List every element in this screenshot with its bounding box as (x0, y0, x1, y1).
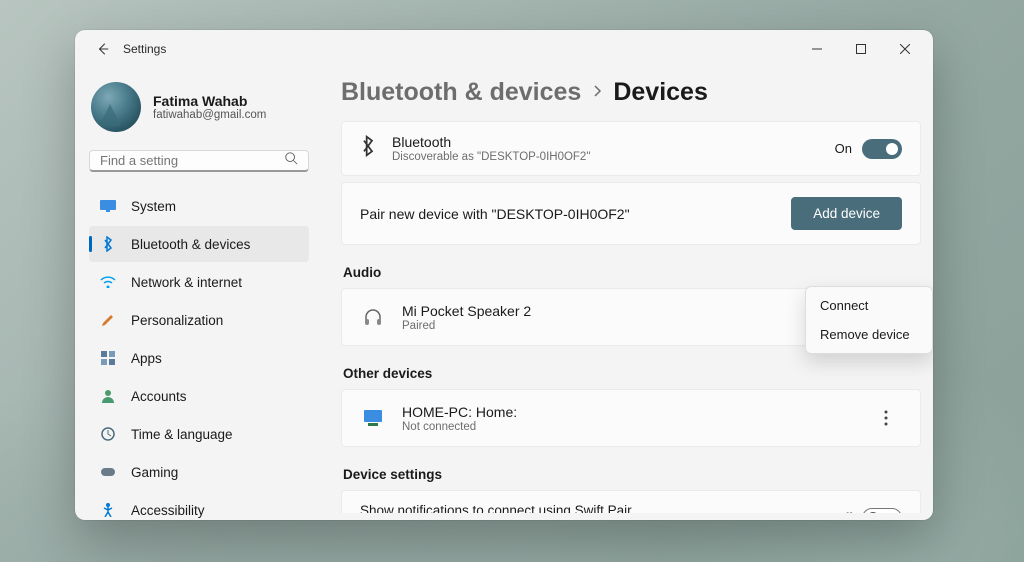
maximize-button[interactable] (839, 34, 883, 64)
settings-window: Settings Fatima Wahab fatiwahab@gmail.co… (75, 30, 933, 520)
minimize-icon (812, 44, 822, 54)
sidebar-item-personalization[interactable]: Personalization (89, 302, 309, 338)
profile-block[interactable]: Fatima Wahab fatiwahab@gmail.com (91, 78, 309, 140)
gamepad-icon (99, 463, 117, 481)
swift-pair-toggle-label: Off (835, 510, 852, 513)
sidebar-item-label: Network & internet (131, 275, 242, 290)
sidebar-item-system[interactable]: System (89, 188, 309, 224)
main-panel: Bluetooth & devices Devices Bluetooth Di… (323, 68, 933, 520)
sidebar-item-label: Bluetooth & devices (131, 237, 250, 252)
apps-icon (99, 349, 117, 367)
pc-icon (360, 405, 386, 431)
pair-card: Pair new device with "DESKTOP-0IH0OF2" A… (341, 182, 921, 245)
sidebar-item-network[interactable]: Network & internet (89, 264, 309, 300)
bluetooth-card: Bluetooth Discoverable as "DESKTOP-0IH0O… (341, 121, 921, 176)
window-controls (795, 34, 927, 64)
sidebar-item-label: System (131, 199, 176, 214)
sidebar-item-label: Accounts (131, 389, 187, 404)
bluetooth-title: Bluetooth (392, 134, 590, 150)
person-icon (99, 387, 117, 405)
other-device-row[interactable]: HOME-PC: Home: Not connected (341, 389, 921, 447)
bluetooth-icon (360, 135, 376, 162)
sidebar-item-label: Gaming (131, 465, 178, 480)
swift-pair-row: Show notifications to connect using Swif… (341, 490, 921, 513)
window-title: Settings (123, 42, 166, 56)
context-remove-device[interactable]: Remove device (806, 320, 932, 349)
sidebar-item-label: Accessibility (131, 503, 205, 518)
sidebar-item-accounts[interactable]: Accounts (89, 378, 309, 414)
other-device-more-button[interactable] (870, 402, 902, 434)
accessibility-icon (99, 501, 117, 519)
section-other: Other devices (343, 366, 921, 381)
bluetooth-subtitle: Discoverable as "DESKTOP-0IH0OF2" (392, 151, 590, 163)
profile-email: fatiwahab@gmail.com (153, 109, 266, 121)
chevron-right-icon (591, 84, 603, 102)
search-icon (284, 151, 298, 170)
sidebar-item-label: Apps (131, 351, 162, 366)
section-audio: Audio (343, 265, 921, 280)
titlebar: Settings (75, 30, 933, 68)
sidebar-item-accessibility[interactable]: Accessibility (89, 492, 309, 520)
sidebar: Fatima Wahab fatiwahab@gmail.com System … (75, 68, 323, 520)
breadcrumb: Bluetooth & devices Devices (341, 78, 933, 107)
monitor-icon (99, 197, 117, 215)
device-status: Not connected (402, 421, 517, 433)
context-connect[interactable]: Connect (806, 291, 932, 320)
sidebar-item-apps[interactable]: Apps (89, 340, 309, 376)
wifi-icon (99, 273, 117, 291)
sidebar-item-gaming[interactable]: Gaming (89, 454, 309, 490)
headphones-icon (360, 304, 386, 330)
avatar (91, 82, 141, 132)
pair-text: Pair new device with "DESKTOP-0IH0OF2" (360, 206, 630, 222)
bluetooth-toggle[interactable] (862, 139, 902, 159)
arrow-left-icon (96, 42, 110, 56)
search-input[interactable] (100, 153, 284, 168)
maximize-icon (856, 44, 866, 54)
device-context-menu: Connect Remove device (805, 286, 933, 354)
bluetooth-icon (99, 235, 117, 253)
close-button[interactable] (883, 34, 927, 64)
sidebar-item-label: Personalization (131, 313, 223, 328)
breadcrumb-parent[interactable]: Bluetooth & devices (341, 78, 581, 107)
breadcrumb-current: Devices (613, 78, 708, 107)
search-box[interactable] (89, 150, 309, 172)
back-button[interactable] (89, 42, 117, 56)
clock-globe-icon (99, 425, 117, 443)
swift-pair-toggle[interactable] (862, 508, 902, 514)
profile-name: Fatima Wahab (153, 93, 266, 109)
nav-list: System Bluetooth & devices Network & int… (89, 188, 309, 520)
sidebar-item-bluetooth-devices[interactable]: Bluetooth & devices (89, 226, 309, 262)
swift-pair-title: Show notifications to connect using Swif… (360, 503, 823, 513)
sidebar-item-time-language[interactable]: Time & language (89, 416, 309, 452)
minimize-button[interactable] (795, 34, 839, 64)
more-vertical-icon (884, 410, 888, 426)
close-icon (900, 44, 910, 54)
device-name: HOME-PC: Home: (402, 404, 517, 420)
bluetooth-toggle-label: On (835, 141, 852, 156)
device-name: Mi Pocket Speaker 2 (402, 303, 531, 319)
sidebar-item-label: Time & language (131, 427, 233, 442)
device-status: Paired (402, 320, 531, 332)
paintbrush-icon (99, 311, 117, 329)
section-device-settings: Device settings (343, 467, 921, 482)
add-device-button[interactable]: Add device (791, 197, 902, 230)
